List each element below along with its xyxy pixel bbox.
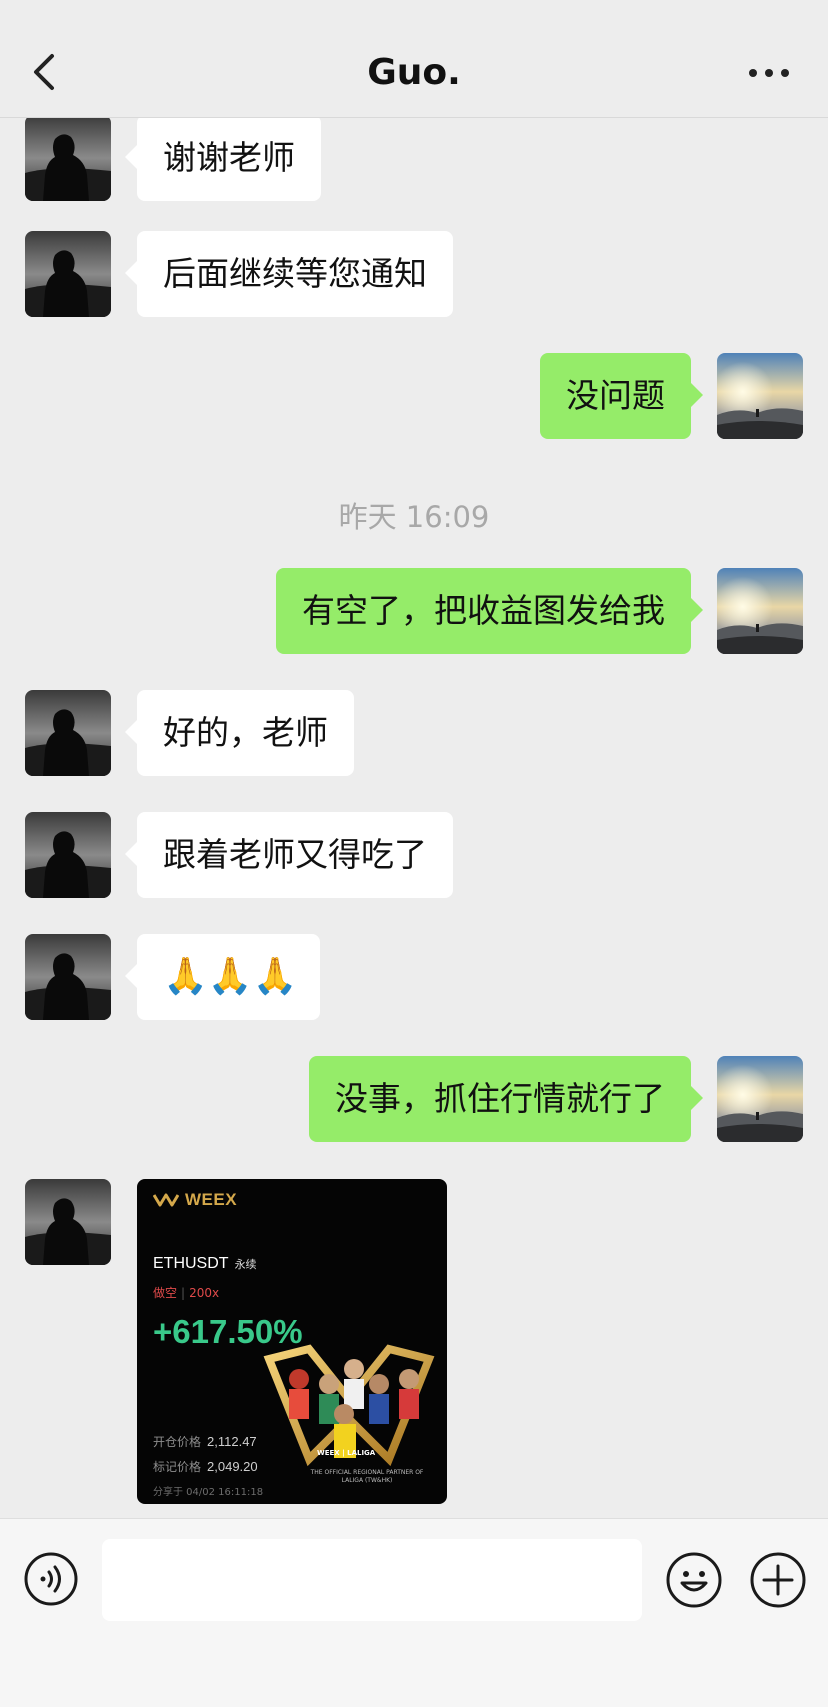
divider: |	[181, 1286, 186, 1300]
shared-time: 分享于 04/02 16:11:18	[153, 1487, 264, 1498]
leverage: 200x	[189, 1286, 220, 1300]
partner-brand: WEEX | LALIGA	[317, 1449, 376, 1457]
message-bubble[interactable]: 后面继续等您通知	[125, 231, 453, 317]
timestamp: 昨天 16:09	[338, 500, 490, 534]
side-label: 做空	[153, 1286, 178, 1300]
avatar[interactable]	[25, 812, 111, 898]
chat-title: Guo.	[367, 52, 461, 93]
mark-price-value: 2,049.20	[207, 1459, 258, 1474]
message-bubble[interactable]: 跟着老师又得吃了	[125, 812, 453, 898]
position-side: 做空 | 200x	[153, 1284, 219, 1301]
avatar[interactable]	[25, 118, 111, 201]
mark-price-row: 标记价格 2,049.20	[153, 1458, 258, 1475]
avatar[interactable]	[25, 231, 111, 317]
plus-icon[interactable]	[749, 1551, 807, 1609]
input-bar	[0, 1518, 828, 1707]
avatar[interactable]	[25, 690, 111, 776]
emoji-bubble[interactable]: 🙏🙏🙏	[125, 934, 320, 1020]
pair-type: 永续	[234, 1259, 257, 1271]
message-bubble[interactable]: 有空了，把收益图发给我	[276, 568, 703, 654]
message-bubble[interactable]: 谢谢老师	[125, 118, 321, 201]
emoji-icon[interactable]	[665, 1551, 723, 1609]
message-bubble[interactable]: 没问题	[540, 353, 703, 439]
avatar[interactable]	[717, 1056, 803, 1142]
open-price-row: 开仓价格 2,112.47	[153, 1433, 257, 1450]
chat-header: Guo.	[0, 0, 828, 118]
brand-logo: WEEX	[153, 1185, 237, 1215]
trade-card-image[interactable]: WEEX ETHUSDT 永续 做空 | 200x +617.50% WEEX …	[137, 1179, 447, 1504]
trading-pair: ETHUSDT 永续	[153, 1255, 257, 1273]
pair-symbol: ETHUSDT	[153, 1255, 229, 1272]
avatar[interactable]	[25, 1179, 111, 1265]
open-price-value: 2,112.47	[207, 1434, 257, 1449]
message-bubble[interactable]: 好的，老师	[125, 690, 354, 776]
more-dots-icon[interactable]	[746, 56, 792, 90]
partner-text: THE OFFICIAL REGIONAL PARTNER OF LALIGA …	[310, 1469, 424, 1484]
open-price-label: 开仓价格	[153, 1435, 202, 1449]
mark-price-label: 标记价格	[153, 1460, 202, 1474]
message-list[interactable]: 谢谢老师 后面继续等您通知 没问题 昨天 16:09 有空了，把收益图发给我 好…	[0, 118, 828, 1518]
weex-logo-icon	[153, 1193, 179, 1207]
voice-icon[interactable]	[23, 1551, 79, 1607]
avatar[interactable]	[717, 568, 803, 654]
avatar[interactable]	[25, 934, 111, 1020]
brand-name: WEEX	[185, 1190, 238, 1209]
avatar[interactable]	[717, 353, 803, 439]
message-input[interactable]	[102, 1539, 642, 1621]
message-bubble[interactable]: 没事，抓住行情就行了	[309, 1056, 703, 1142]
